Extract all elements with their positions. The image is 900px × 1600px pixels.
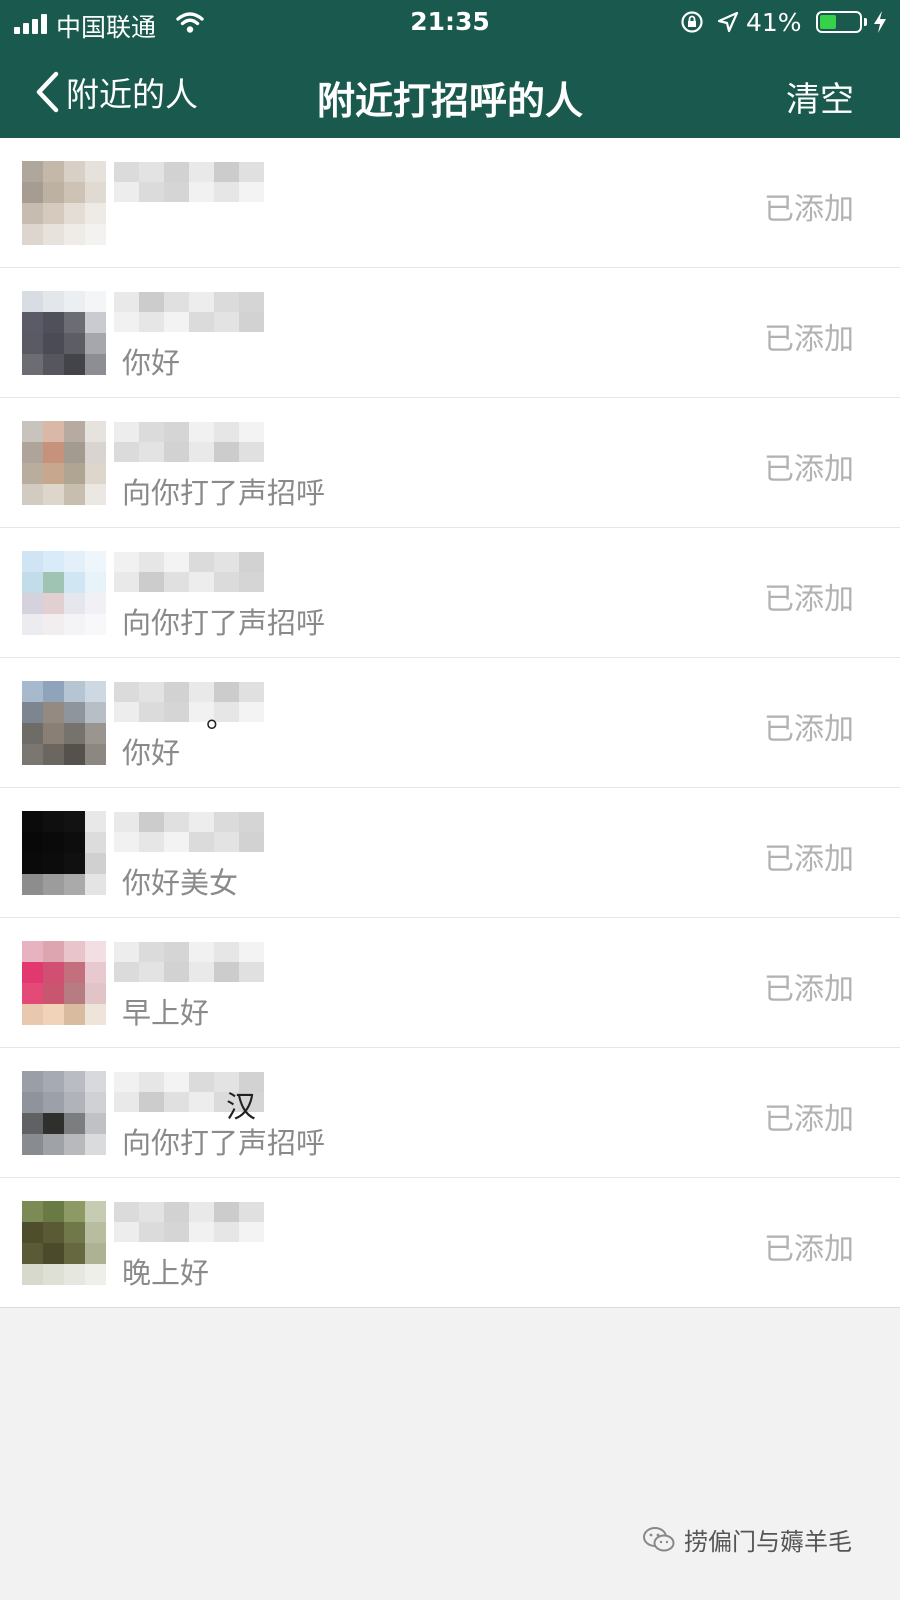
greeting-message: 早上好 [122, 996, 210, 1030]
name-blurred [114, 942, 264, 982]
rotation-lock-icon [681, 11, 703, 33]
name-blurred [114, 552, 264, 592]
list-item[interactable]: 你好 已添加 [0, 268, 900, 398]
added-status-label: 已添加 [764, 192, 854, 227]
battery-level [820, 15, 836, 29]
name-blurred [114, 162, 264, 202]
name-blurred [114, 1202, 264, 1242]
list-item[interactable]: 。你好 已添加 [0, 658, 900, 788]
added-status-label: 已添加 [764, 972, 854, 1007]
added-status-label: 已添加 [764, 1232, 854, 1267]
added-status-label: 已添加 [764, 1102, 854, 1137]
nav-bar: 附近的人 附近打招呼的人 清空 [0, 46, 900, 138]
list-item[interactable]: 已添加 [0, 138, 900, 268]
list-item[interactable]: 晚上好 已添加 [0, 1178, 900, 1308]
charging-bolt-icon [874, 11, 886, 33]
added-status-label: 已添加 [764, 582, 854, 617]
greeting-message: 向你打了声招呼 [122, 606, 326, 640]
avatar[interactable] [22, 681, 106, 765]
top-bar: 中国联通 21:35 41% 附近的人 附近打招呼的人 清空 [0, 0, 900, 138]
avatar[interactable] [22, 1071, 106, 1155]
greeting-message: 向你打了声招呼 [122, 1126, 326, 1160]
avatar[interactable] [22, 811, 106, 895]
battery-percent: 41% [746, 8, 802, 37]
avatar[interactable] [22, 551, 106, 635]
avatar[interactable] [22, 941, 106, 1025]
watermark: 捞偏门与薅羊毛 [642, 1522, 852, 1557]
name-blurred [114, 812, 264, 852]
name-blurred [114, 682, 264, 722]
avatar[interactable] [22, 161, 106, 245]
avatar[interactable] [22, 421, 106, 505]
list-item[interactable]: 向你打了声招呼 已添加 [0, 528, 900, 658]
added-status-label: 已添加 [764, 842, 854, 877]
greeting-message: 你好 [122, 736, 181, 770]
greeting-message: 向你打了声招呼 [122, 476, 326, 510]
list-item[interactable]: 向你打了声招呼 已添加 [0, 398, 900, 528]
added-status-label: 已添加 [764, 452, 854, 487]
status-bar: 中国联通 21:35 41% [0, 0, 900, 46]
clear-button[interactable]: 清空 [786, 72, 854, 121]
name-blurred [114, 292, 264, 332]
greeting-message: 你好 [122, 346, 181, 380]
battery-icon [816, 11, 862, 33]
added-status-label: 已添加 [764, 712, 854, 747]
avatar[interactable] [22, 1201, 106, 1285]
list-item[interactable]: 你好美女 已添加 [0, 788, 900, 918]
battery-tip [864, 18, 867, 26]
added-status-label: 已添加 [764, 322, 854, 357]
greeting-message: 晚上好 [122, 1256, 210, 1290]
back-button[interactable]: 附近的人 [34, 68, 198, 116]
location-arrow-icon [717, 11, 739, 33]
greeting-message: 你好美女 [122, 866, 239, 900]
name-visible-part: 。 [206, 700, 236, 735]
wechat-icon [643, 1526, 675, 1551]
list-item[interactable]: 早上好 已添加 [0, 918, 900, 1048]
chevron-left-icon [36, 71, 59, 113]
watermark-text: 捞偏门与薅羊毛 [684, 1528, 852, 1556]
name-blurred [114, 422, 264, 462]
greetings-list: 已添加 你好 已添加 向你打了声招呼 已添加 向你打了声招呼 已添加。你好 已添加 你好美女 已添… [0, 138, 900, 1308]
back-label: 附近的人 [66, 75, 198, 114]
avatar[interactable] [22, 291, 106, 375]
list-item[interactable]: 汉向你打了声招呼 已添加 [0, 1048, 900, 1178]
